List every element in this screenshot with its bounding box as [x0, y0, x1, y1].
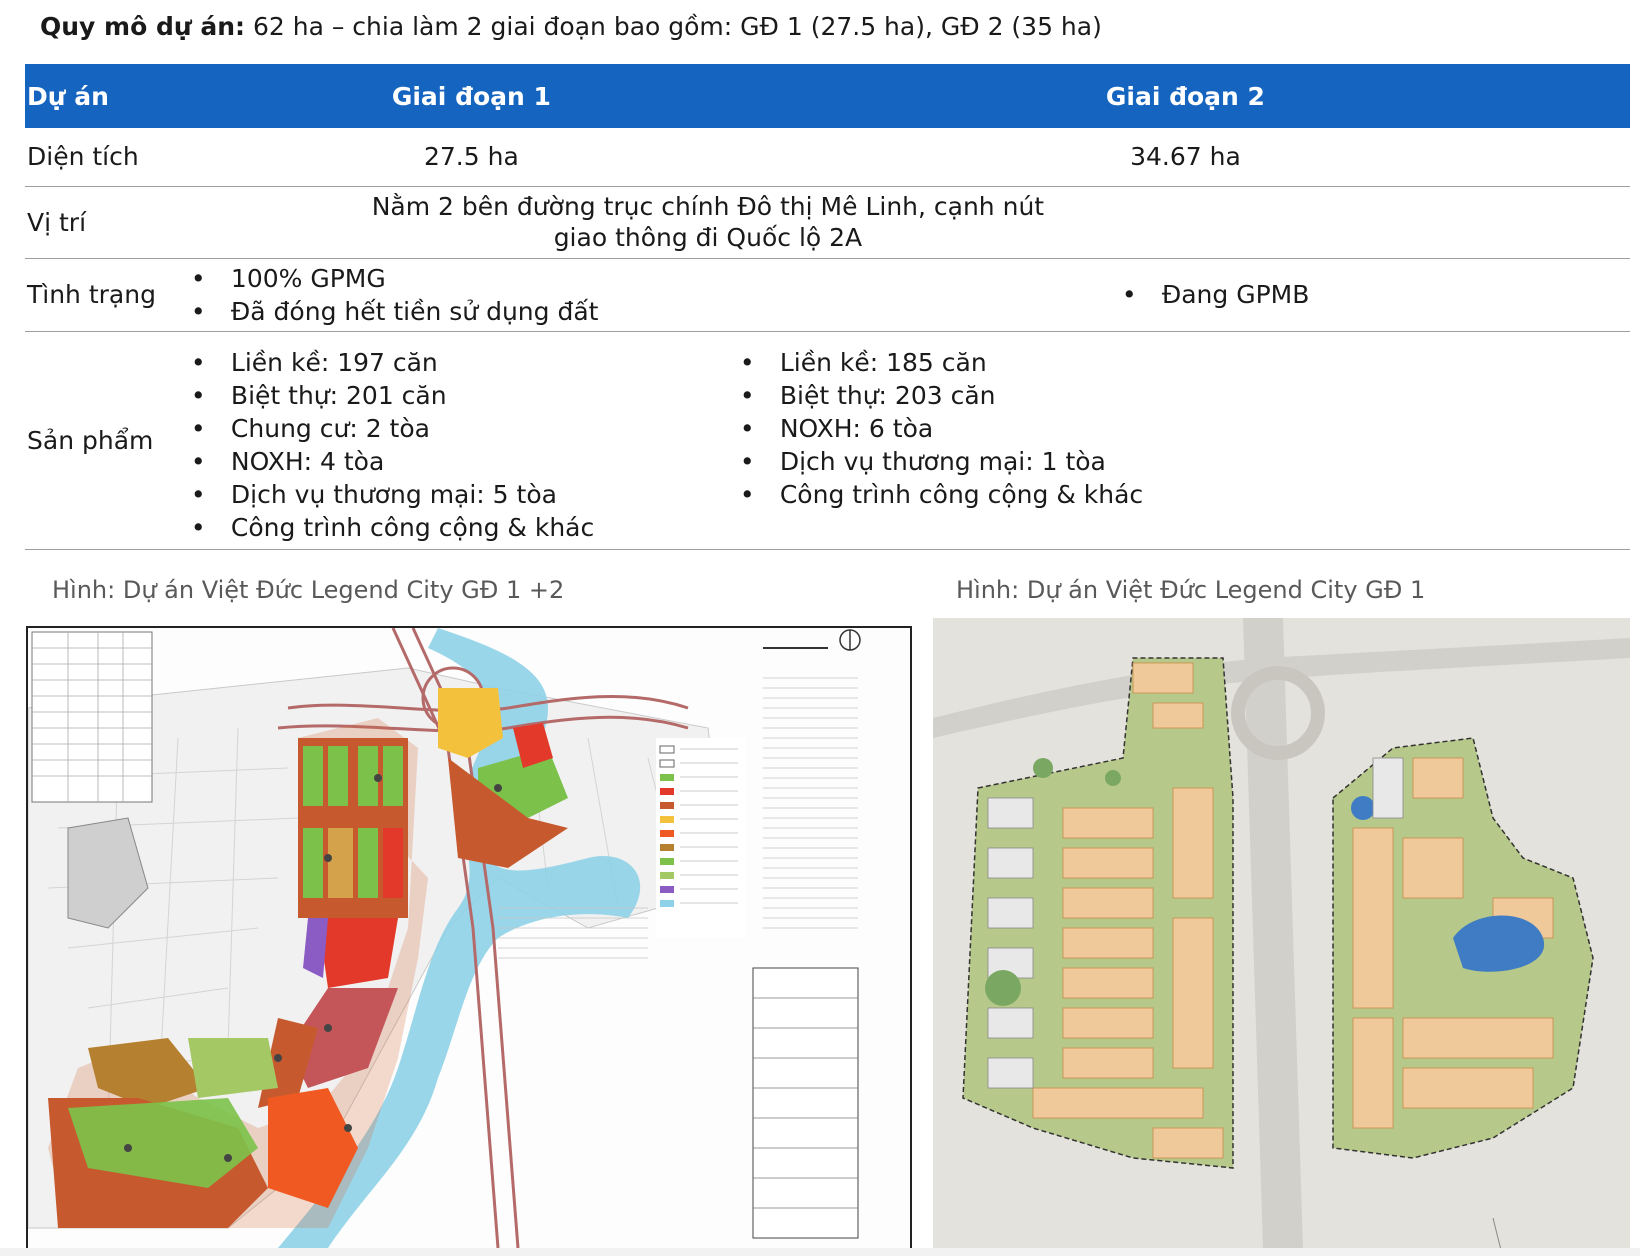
project-table: Dự án Giai đoạn 1 Giai đoạn 2 Diện tích …: [25, 64, 1630, 550]
list-item: NOXH: 6 tòa: [740, 412, 1629, 445]
headline-text: 62 ha – chia làm 2 giai đoạn bao gồm: GĐ…: [245, 12, 1102, 41]
list-item: Đã đóng hết tiền sử dụng đất: [191, 295, 740, 328]
list-item: Công trình công cộng & khác: [740, 478, 1629, 511]
phase1-plan-drawing: [933, 618, 1630, 1248]
header-phase-1: Giai đoạn 1: [201, 64, 741, 128]
location-label: Vị trí: [25, 186, 202, 259]
phase1-plan-photo: [933, 618, 1630, 1248]
table-row-products: Sản phẩm Liền kề: 197 căn Biệt thự: 201 …: [25, 331, 1630, 550]
area-label: Diện tích: [25, 128, 202, 187]
list-item: Công trình công cộng & khác: [191, 511, 740, 544]
status-label: Tình trạng: [25, 258, 202, 332]
area-phase-1: 27.5 ha: [201, 128, 741, 187]
status-phase-2-list: Đang GPMB: [1122, 278, 1629, 311]
headline: Quy mô dự án: 62 ha – chia làm 2 giai đo…: [40, 12, 1102, 41]
table-row-location: Vị trí Nằm 2 bên đường trục chính Đô thị…: [25, 186, 1630, 259]
master-plan-drawing: [28, 628, 861, 1248]
list-item: Dịch vụ thương mại: 5 tòa: [191, 478, 740, 511]
list-item: 100% GPMG: [191, 262, 740, 295]
bottom-divider: [0, 1248, 1640, 1256]
headline-label: Quy mô dự án:: [40, 12, 246, 41]
list-item: Biệt thự: 203 căn: [740, 379, 1629, 412]
caption-left: Hình: Dự án Việt Đức Legend City GĐ 1 +2: [52, 576, 565, 604]
list-item: Chung cư: 2 tòa: [191, 412, 740, 445]
status-phase-1-list: 100% GPMG Đã đóng hết tiền sử dụng đất: [191, 262, 740, 328]
caption-right: Hình: Dự án Việt Đức Legend City GĐ 1: [956, 576, 1426, 604]
products-phase-2-list: Liền kề: 185 căn Biệt thự: 203 căn NOXH:…: [740, 346, 1629, 511]
products-phase-1-list: Liền kề: 197 căn Biệt thự: 201 căn Chung…: [191, 346, 740, 544]
list-item: NOXH: 4 tòa: [191, 445, 740, 478]
master-plan-image: [26, 626, 912, 1250]
table-header-row: Dự án Giai đoạn 1 Giai đoạn 2: [25, 64, 1630, 128]
list-item: Đang GPMB: [1122, 278, 1629, 311]
list-item: Biệt thự: 201 căn: [191, 379, 740, 412]
products-label: Sản phẩm: [25, 331, 202, 550]
header-phase-2: Giai đoạn 2: [740, 64, 1630, 128]
list-item: Liền kề: 197 căn: [191, 346, 740, 379]
header-project: Dự án: [25, 64, 202, 128]
area-phase-2: 34.67 ha: [740, 128, 1630, 187]
table-row-area: Diện tích 27.5 ha 34.67 ha: [25, 128, 1630, 187]
location-text: Nằm 2 bên đường trục chính Đô thị Mê Lin…: [371, 192, 1045, 252]
table-row-status: Tình trạng 100% GPMG Đã đóng hết tiền sử…: [25, 258, 1630, 332]
list-item: Liền kề: 185 căn: [740, 346, 1629, 379]
list-item: Dịch vụ thương mại: 1 tòa: [740, 445, 1629, 478]
